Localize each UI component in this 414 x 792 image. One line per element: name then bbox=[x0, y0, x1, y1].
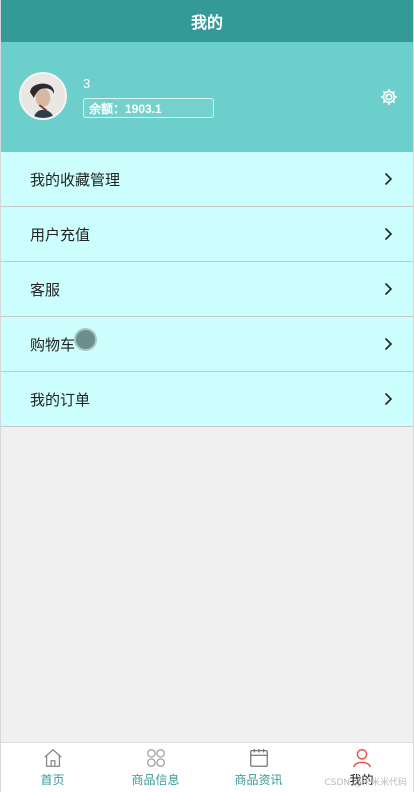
tab-label: 商品信息 bbox=[131, 773, 180, 787]
tab-products[interactable]: 商品信息 bbox=[104, 743, 207, 792]
avatar-photo-icon bbox=[21, 74, 65, 118]
chevron-right-icon bbox=[384, 282, 393, 296]
menu-item-label: 用户充值 bbox=[30, 226, 91, 244]
menu-item-label: 客服 bbox=[30, 281, 61, 299]
chevron-right-icon bbox=[384, 172, 393, 186]
chevron-right-icon bbox=[384, 392, 393, 406]
tab-home[interactable]: 首页 bbox=[1, 743, 104, 792]
menu-item-label: 我的订单 bbox=[30, 391, 91, 409]
username: 3 bbox=[83, 76, 91, 91]
profile-card: 3 余额：1903.1 bbox=[1, 42, 413, 152]
page-title: 我的 bbox=[190, 15, 223, 32]
page-header: 我的 bbox=[1, 0, 413, 42]
tab-label: 首页 bbox=[40, 773, 65, 787]
balance-badge: 余额：1903.1 bbox=[83, 98, 214, 118]
user-icon bbox=[352, 749, 371, 768]
avatar[interactable] bbox=[19, 72, 67, 120]
menu-item-favorites[interactable]: 我的收藏管理 bbox=[1, 152, 413, 207]
tab-news[interactable]: 商品资讯 bbox=[207, 743, 310, 792]
grid-icon bbox=[146, 749, 165, 767]
menu-list: 我的收藏管理 用户充值 客服 购物车 我的订单 bbox=[1, 152, 413, 427]
home-icon bbox=[43, 748, 62, 767]
menu-item-label: 我的收藏管理 bbox=[30, 171, 121, 189]
watermark: CSDN @米米米代码 bbox=[324, 778, 407, 788]
menu-item-cart[interactable]: 购物车 bbox=[1, 317, 413, 372]
calendar-icon bbox=[249, 748, 268, 767]
menu-item-orders[interactable]: 我的订单 bbox=[1, 372, 413, 427]
gear-icon[interactable] bbox=[379, 87, 399, 107]
menu-item-customer-service[interactable]: 客服 bbox=[1, 262, 413, 317]
chevron-right-icon bbox=[384, 227, 393, 241]
tab-label: 商品资讯 bbox=[234, 773, 283, 787]
chevron-right-icon bbox=[384, 337, 393, 351]
menu-item-label: 购物车 bbox=[30, 336, 76, 354]
touch-cursor-indicator bbox=[74, 328, 97, 351]
menu-item-recharge[interactable]: 用户充值 bbox=[1, 207, 413, 262]
